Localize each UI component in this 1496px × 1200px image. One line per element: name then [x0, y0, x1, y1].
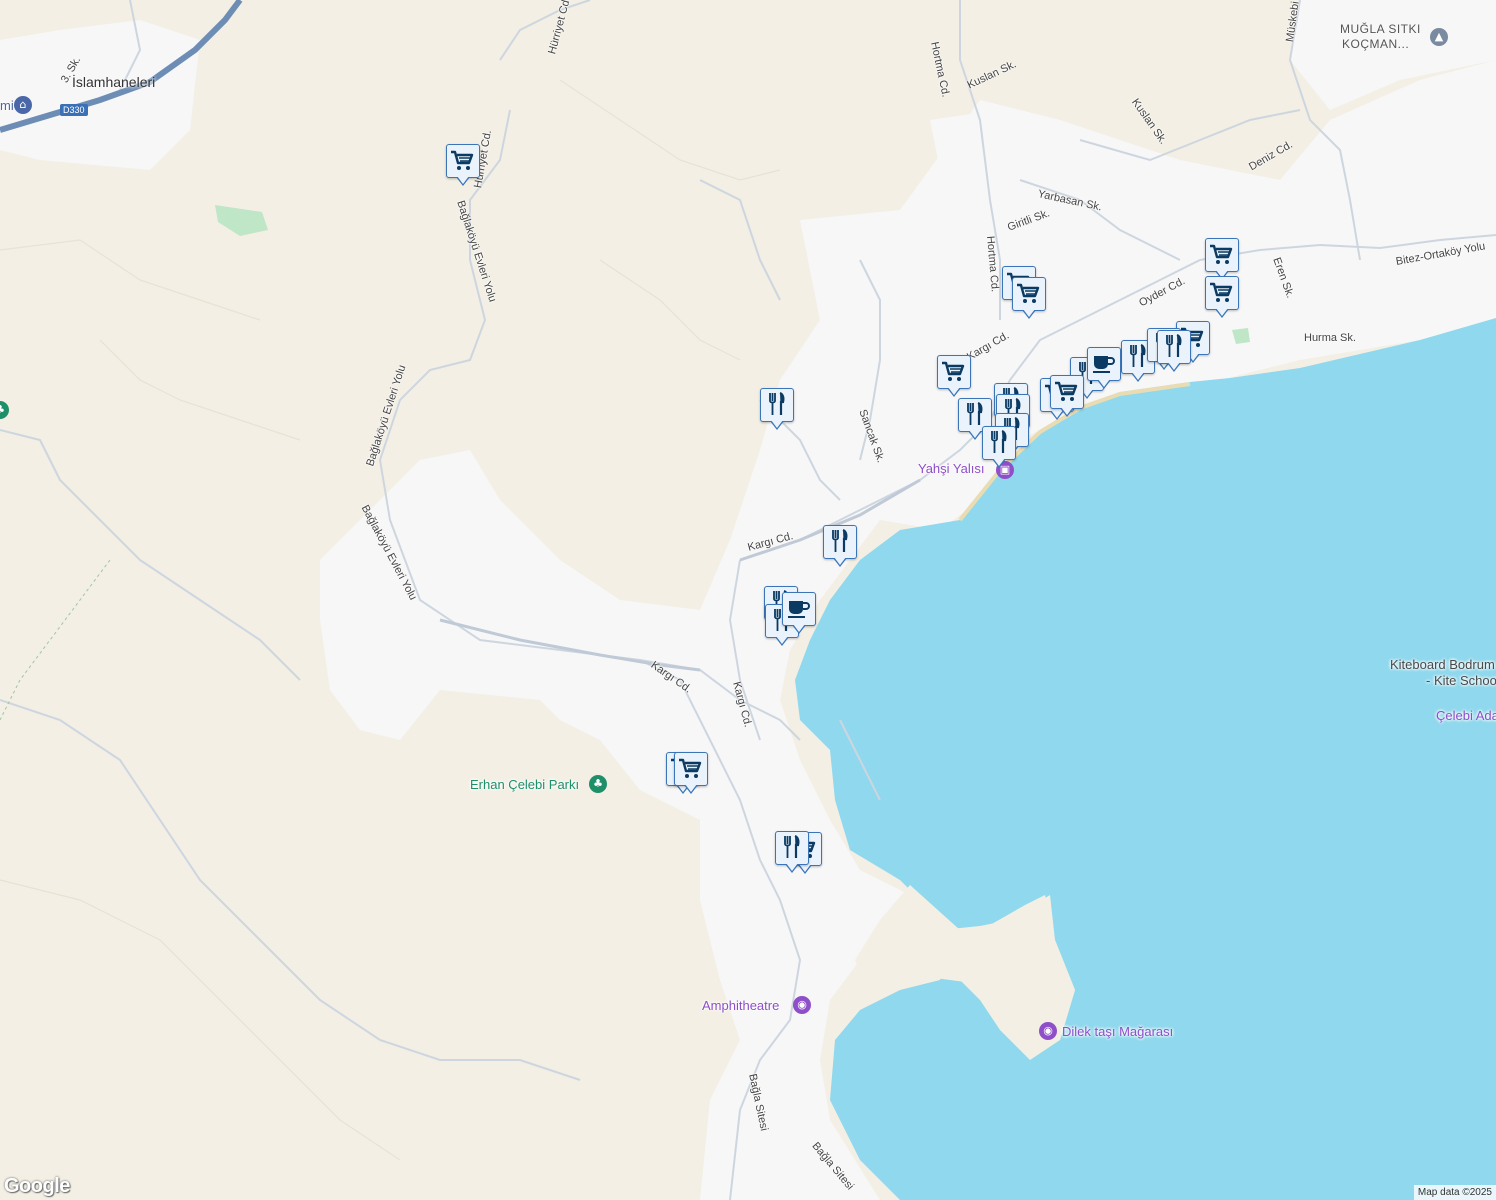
highway-shield: D330: [60, 104, 88, 116]
poi-label-dilek-tasi-magarasi[interactable]: Dilek taşı Mağarası: [1062, 1024, 1173, 1039]
map-marker-cart[interactable]: [1050, 375, 1084, 419]
place-label-islamhaneleri: İslamhaneleri: [72, 74, 156, 90]
google-logo: Google: [4, 1175, 70, 1197]
poi-label-kite-school[interactable]: - Kite School: [1426, 673, 1496, 688]
place-label-mugla-2: KOÇMAN...: [1342, 37, 1410, 51]
camera-icon[interactable]: ◉: [1039, 1022, 1057, 1040]
poi-label-yahsi-yalisi[interactable]: Yahşi Yalısı: [918, 461, 984, 476]
poi-label-erhan-celebi-parki[interactable]: Erhan Çelebi Parkı: [470, 777, 579, 792]
map-marker-fork[interactable]: [823, 525, 857, 569]
poi-label-museum[interactable]: mi: [0, 98, 14, 113]
poi-label-celebi-ada[interactable]: Çelebi Ada: [1436, 708, 1496, 723]
museum-icon[interactable]: ⌂: [14, 96, 32, 114]
map-marker-cup[interactable]: [1087, 347, 1121, 391]
road-label-hurma-sk: Hurma Sk.: [1304, 332, 1356, 344]
map-attribution: Map data ©2025: [1413, 1185, 1496, 1200]
map-marker-fork[interactable]: [760, 388, 794, 432]
map-marker-fork[interactable]: [775, 831, 809, 875]
camera-icon[interactable]: ◉: [793, 996, 811, 1014]
map-marker-fork[interactable]: [1157, 330, 1191, 374]
map-marker-cart[interactable]: [1205, 276, 1239, 320]
map-marker-cart[interactable]: [937, 355, 971, 399]
tree-icon[interactable]: ♣: [589, 775, 607, 793]
map-canvas[interactable]: [0, 0, 1496, 1200]
map-marker-cart[interactable]: [446, 144, 480, 188]
map-marker-cart[interactable]: [674, 752, 708, 796]
poi-label-kiteboard-bodrum[interactable]: Kiteboard Bodrum: [1390, 657, 1495, 672]
map-marker-cart[interactable]: [1012, 277, 1046, 321]
place-label-mugla-1: MUĞLA SITKI: [1340, 22, 1421, 36]
university-icon: ▲: [1430, 28, 1448, 46]
map-marker-fork[interactable]: [982, 426, 1016, 470]
poi-label-amphitheatre[interactable]: Amphitheatre: [702, 998, 779, 1013]
map-marker-cup[interactable]: [782, 592, 816, 636]
